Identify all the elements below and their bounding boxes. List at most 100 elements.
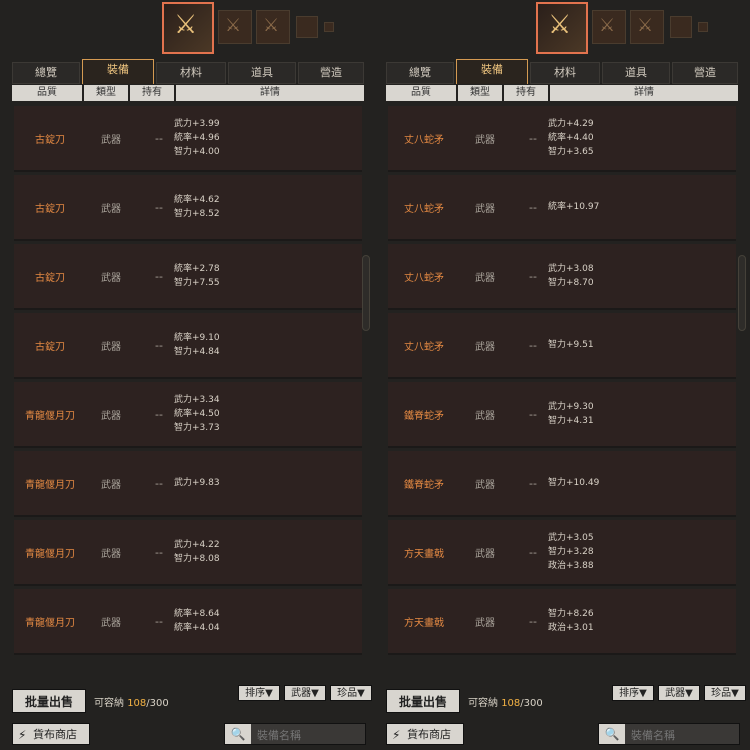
- selected-item-thumbnail[interactable]: ⚔: [162, 2, 214, 54]
- column-details: 詳情: [176, 85, 364, 101]
- equipment-search-input[interactable]: [629, 724, 741, 746]
- equipment-row[interactable]: 丈八蛇矛 武器 -- 武力+4.29 統率+4.40 智力+3.65: [388, 106, 736, 172]
- tab-materials[interactable]: 材料: [530, 62, 600, 84]
- selected-item-thumbnail[interactable]: ⚔: [536, 2, 588, 54]
- equipment-row[interactable]: 青龍偃月刀 武器 -- 統率+8.64 統率+4.04: [14, 589, 362, 655]
- bulk-sell-button[interactable]: 批量出售: [12, 689, 86, 713]
- item-stat: 智力+4.31: [548, 416, 594, 426]
- item-stat: 武力+9.30: [548, 402, 594, 412]
- column-type[interactable]: 類型: [84, 85, 128, 101]
- item-details: 武力+3.99 統率+4.96 智力+4.00: [174, 106, 220, 170]
- item-stat: 武力+3.99: [174, 119, 220, 129]
- column-quality[interactable]: 品質: [386, 85, 456, 101]
- equipment-row[interactable]: 鐵脊蛇矛 武器 -- 智力+10.49: [388, 451, 736, 517]
- weapon-icon: ⚔: [225, 15, 242, 36]
- tab-materials[interactable]: 材料: [156, 62, 226, 84]
- item-name: 古錠刀: [35, 203, 65, 215]
- equipment-search-input[interactable]: [255, 724, 367, 746]
- item-thumbnail[interactable]: [296, 16, 318, 38]
- spear-icon: ⚡: [392, 728, 401, 742]
- item-thumbnail[interactable]: [698, 22, 708, 32]
- equipment-row[interactable]: 古錠刀 武器 -- 統率+4.62 智力+8.52: [14, 175, 362, 241]
- tab-equipment[interactable]: 裝備: [82, 59, 154, 84]
- item-name: 鐵脊蛇矛: [404, 479, 444, 491]
- item-stat: 智力+8.70: [548, 278, 594, 288]
- capacity-total: /300: [520, 698, 543, 709]
- item-name: 古錠刀: [35, 134, 65, 146]
- equipment-row[interactable]: 丈八蛇矛 武器 -- 統率+10.97: [388, 175, 736, 241]
- currency-shop-button[interactable]: ⚡ 貨布商店: [386, 723, 464, 745]
- item-stat: 武力+9.83: [174, 478, 220, 488]
- item-stat: 智力+10.49: [548, 478, 600, 488]
- item-details: 武力+4.22 智力+8.08: [174, 520, 220, 584]
- equipment-row[interactable]: 古錠刀 武器 -- 武力+3.99 統率+4.96 智力+4.00: [14, 106, 362, 172]
- item-stat: 統率+10.97: [548, 202, 600, 212]
- column-owned[interactable]: 持有: [504, 85, 548, 101]
- item-stat: 統率+4.62: [174, 195, 220, 205]
- item-stat: 政治+3.01: [548, 623, 594, 633]
- rarity-filter-dropdown[interactable]: 珍品▼: [330, 685, 372, 701]
- item-name: 丈八蛇矛: [404, 134, 444, 146]
- sort-dropdown[interactable]: 排序▼: [238, 685, 280, 701]
- item-type: 武器: [101, 341, 121, 353]
- item-thumbnail[interactable]: ⚔: [630, 10, 664, 44]
- sort-dropdown[interactable]: 排序▼: [612, 685, 654, 701]
- equipment-list: 古錠刀 武器 -- 武力+3.99 統率+4.96 智力+4.00 古錠刀 武器 -- 統率+4.…: [14, 106, 366, 674]
- item-details: 智力+10.49: [548, 451, 599, 515]
- item-thumbnail[interactable]: ⚔: [592, 10, 626, 44]
- item-details: 武力+4.29 統率+4.40 智力+3.65: [548, 106, 594, 170]
- equipment-row[interactable]: 古錠刀 武器 -- 統率+9.10 智力+4.84: [14, 313, 362, 379]
- equipment-row[interactable]: 青龍偃月刀 武器 -- 武力+3.34 統率+4.50 智力+3.73: [14, 382, 362, 448]
- item-thumbnail[interactable]: ⚔: [218, 10, 252, 44]
- tab-items[interactable]: 道具: [228, 62, 296, 84]
- item-thumbnail[interactable]: [670, 16, 692, 38]
- column-quality[interactable]: 品質: [12, 85, 82, 101]
- item-type: 武器: [101, 479, 121, 491]
- item-thumbnail[interactable]: ⚔: [256, 10, 290, 44]
- equipment-row[interactable]: 丈八蛇矛 武器 -- 武力+3.08 智力+8.70: [388, 244, 736, 310]
- column-owned[interactable]: 持有: [130, 85, 174, 101]
- item-type: 武器: [101, 617, 121, 629]
- search-icon[interactable]: 🔍: [599, 724, 625, 744]
- weapon-filter-dropdown[interactable]: 武器▼: [284, 685, 326, 701]
- search-box: 🔍: [598, 723, 741, 746]
- column-type[interactable]: 類型: [458, 85, 502, 101]
- item-thumbnail[interactable]: [324, 22, 334, 32]
- item-stat: 統率+8.64: [174, 609, 220, 619]
- item-name: 方天畫戟: [404, 617, 444, 629]
- rarity-filter-dropdown[interactable]: 珍品▼: [704, 685, 746, 701]
- side-collapse-handle[interactable]: [362, 255, 370, 331]
- spear-icon: ⚡: [18, 728, 27, 742]
- tab-items[interactable]: 道具: [602, 62, 670, 84]
- equipment-row[interactable]: 青龍偃月刀 武器 -- 武力+9.83: [14, 451, 362, 517]
- weapon-icon: ⚔: [637, 15, 654, 36]
- item-type: 武器: [101, 410, 121, 422]
- search-icon[interactable]: 🔍: [225, 724, 251, 744]
- equipment-list: 丈八蛇矛 武器 -- 武力+4.29 統率+4.40 智力+3.65 丈八蛇矛 武器 -- 統率+…: [388, 106, 740, 674]
- bottom-bar: 批量出售 可容納 108/300 排序▼ 武器▼ 珍品▼ ⚡ 貨布商店 🔍: [386, 685, 746, 746]
- item-name: 青龍偃月刀: [25, 410, 75, 422]
- tab-overview[interactable]: 總覽: [12, 62, 80, 84]
- item-stat: 智力+4.84: [174, 347, 220, 357]
- tab-construction[interactable]: 營造: [672, 62, 738, 84]
- tab-equipment[interactable]: 裝備: [456, 59, 528, 84]
- weapon-filter-dropdown[interactable]: 武器▼: [658, 685, 700, 701]
- bulk-sell-button[interactable]: 批量出售: [386, 689, 460, 713]
- equipment-row[interactable]: 方天畫戟 武器 -- 智力+8.26 政治+3.01: [388, 589, 736, 655]
- item-details: 統率+2.78 智力+7.55: [174, 244, 220, 308]
- item-type: 武器: [101, 203, 121, 215]
- item-type: 武器: [475, 548, 495, 560]
- tab-construction[interactable]: 營造: [298, 62, 364, 84]
- shop-button-label: 貨布商店: [407, 728, 451, 741]
- column-header: 品質 類型 持有 詳情: [12, 85, 364, 101]
- equipment-row[interactable]: 丈八蛇矛 武器 -- 智力+9.51: [388, 313, 736, 379]
- item-stat: 政治+3.88: [548, 561, 594, 571]
- currency-shop-button[interactable]: ⚡ 貨布商店: [12, 723, 90, 745]
- item-type: 武器: [475, 617, 495, 629]
- equipment-row[interactable]: 鐵脊蛇矛 武器 -- 武力+9.30 智力+4.31: [388, 382, 736, 448]
- equipment-row[interactable]: 方天畫戟 武器 -- 武力+3.05 智力+3.28 政治+3.88: [388, 520, 736, 586]
- item-stat: 智力+7.55: [174, 278, 220, 288]
- equipment-row[interactable]: 青龍偃月刀 武器 -- 武力+4.22 智力+8.08: [14, 520, 362, 586]
- equipment-row[interactable]: 古錠刀 武器 -- 統率+2.78 智力+7.55: [14, 244, 362, 310]
- tab-overview[interactable]: 總覽: [386, 62, 454, 84]
